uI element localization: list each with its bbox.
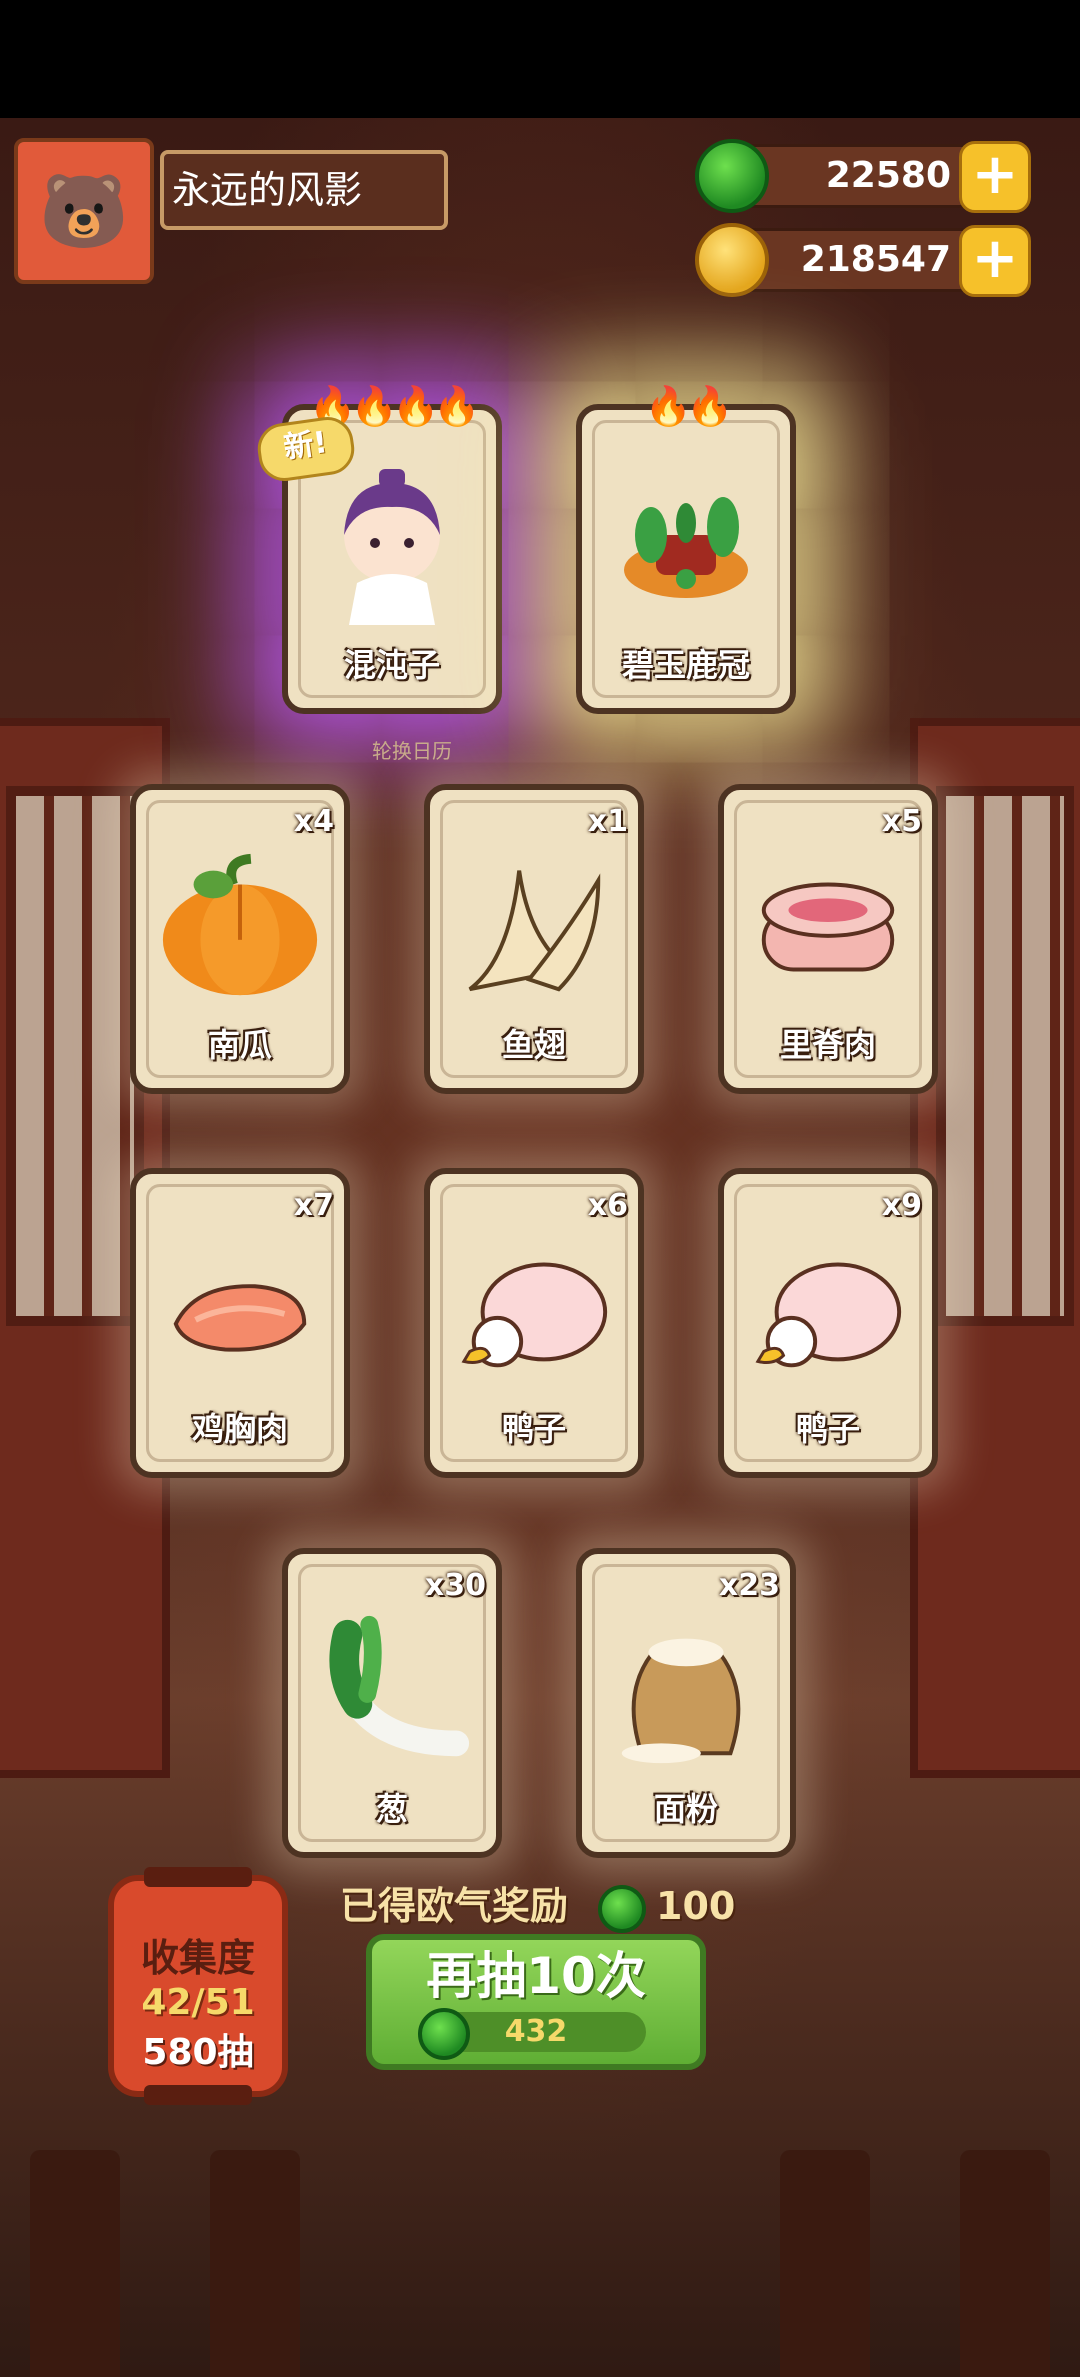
reward-value: 100 xyxy=(656,1884,736,1928)
featured-card[interactable]: 🔥🔥 碧玉鹿冠 xyxy=(576,384,796,714)
card-count: x30 xyxy=(424,1568,486,1603)
card-count: x4 xyxy=(293,804,334,839)
reward-summary: 已得欧气奖励 100 xyxy=(340,1875,735,1933)
player-avatar[interactable]: 🐻 xyxy=(14,138,154,284)
calendar-ribbon: 轮换日历 xyxy=(372,739,452,763)
chicken-breast-icon xyxy=(156,1229,324,1389)
card-count: x9 xyxy=(881,1188,922,1223)
add-coins-button[interactable]: + xyxy=(959,225,1031,297)
reward-card[interactable]: x23 面粉 xyxy=(576,1548,796,1858)
bear-icon: 🐻 xyxy=(39,168,129,253)
jade-amount: 22580 xyxy=(825,155,951,196)
collection-progress: 42/51 xyxy=(141,1982,255,2023)
card-count: x23 xyxy=(718,1568,780,1603)
card-count: x1 xyxy=(587,804,628,839)
card-count: x7 xyxy=(293,1188,334,1223)
tenderloin-icon xyxy=(744,845,912,1005)
card-count: x6 xyxy=(587,1188,628,1223)
reward-card[interactable]: x30 葱 xyxy=(282,1548,502,1858)
reward-card[interactable]: x9 鸭子 xyxy=(718,1168,938,1478)
fence-post xyxy=(780,2150,870,2377)
draw-button-label: 再抽10次 xyxy=(426,1947,646,2005)
draw-again-button[interactable]: 再抽10次 432 xyxy=(366,1934,706,2070)
card-label: 鸭子 xyxy=(795,1410,860,1448)
card-label: 混沌子 xyxy=(343,646,440,684)
card-label: 鸭子 xyxy=(501,1410,566,1448)
draw-cost: 432 xyxy=(418,2008,646,2060)
reward-card[interactable]: x6 鸭子 xyxy=(424,1168,644,1478)
scallion-icon xyxy=(308,1609,476,1769)
collection-lantern[interactable]: 收集度 42/51 580抽 xyxy=(108,1867,288,2105)
card-label: 鸡胸肉 xyxy=(191,1410,288,1448)
flour-icon xyxy=(602,1609,770,1769)
card-label: 葱 xyxy=(375,1790,408,1828)
fence-post xyxy=(960,2150,1050,2377)
coin-currency: 218547 + xyxy=(695,223,1031,297)
jade-icon xyxy=(598,1884,647,1933)
card-label: 南瓜 xyxy=(207,1026,272,1064)
fence-post xyxy=(30,2150,120,2377)
featured-card[interactable]: 🔥🔥🔥🔥 新! 混沌子 xyxy=(254,384,502,714)
reward-card[interactable]: x7 鸡胸肉 xyxy=(130,1168,350,1478)
card-count: x5 xyxy=(881,804,922,839)
collection-label: 收集度 xyxy=(140,1936,255,1980)
player-name: 永远的风影 xyxy=(160,150,448,230)
coin-amount: 218547 xyxy=(800,239,951,280)
jade-currency: 22580 + xyxy=(695,139,1031,213)
character-icon xyxy=(308,465,476,625)
fence-post xyxy=(210,2150,300,2377)
status-bar xyxy=(0,0,1080,118)
reward-label: 已得欧气奖励 xyxy=(340,1884,569,1928)
jade-icon xyxy=(418,2008,470,2060)
jade-icon xyxy=(695,139,769,213)
collection-draws: 580抽 xyxy=(142,2032,254,2073)
duck-icon xyxy=(450,1229,618,1389)
card-label: 里脊肉 xyxy=(779,1026,876,1064)
flame-rating: 🔥🔥 xyxy=(644,384,734,428)
reward-card[interactable]: x1 鱼翅 xyxy=(424,784,644,1094)
coin-icon xyxy=(695,223,769,297)
draw-cost-value: 432 xyxy=(504,2014,568,2049)
card-label: 面粉 xyxy=(653,1790,718,1828)
reward-card[interactable]: x5 里脊肉 xyxy=(718,784,938,1094)
shark-fin-icon xyxy=(450,845,618,1005)
reward-card[interactable]: x4 南瓜 xyxy=(130,784,350,1094)
card-label: 鱼翅 xyxy=(501,1026,566,1064)
card-label: 碧玉鹿冠 xyxy=(621,646,750,684)
add-jade-button[interactable]: + xyxy=(959,141,1031,213)
duck-icon xyxy=(744,1229,912,1389)
pumpkin-icon xyxy=(156,845,324,1005)
jade-crown-icon xyxy=(602,465,770,625)
